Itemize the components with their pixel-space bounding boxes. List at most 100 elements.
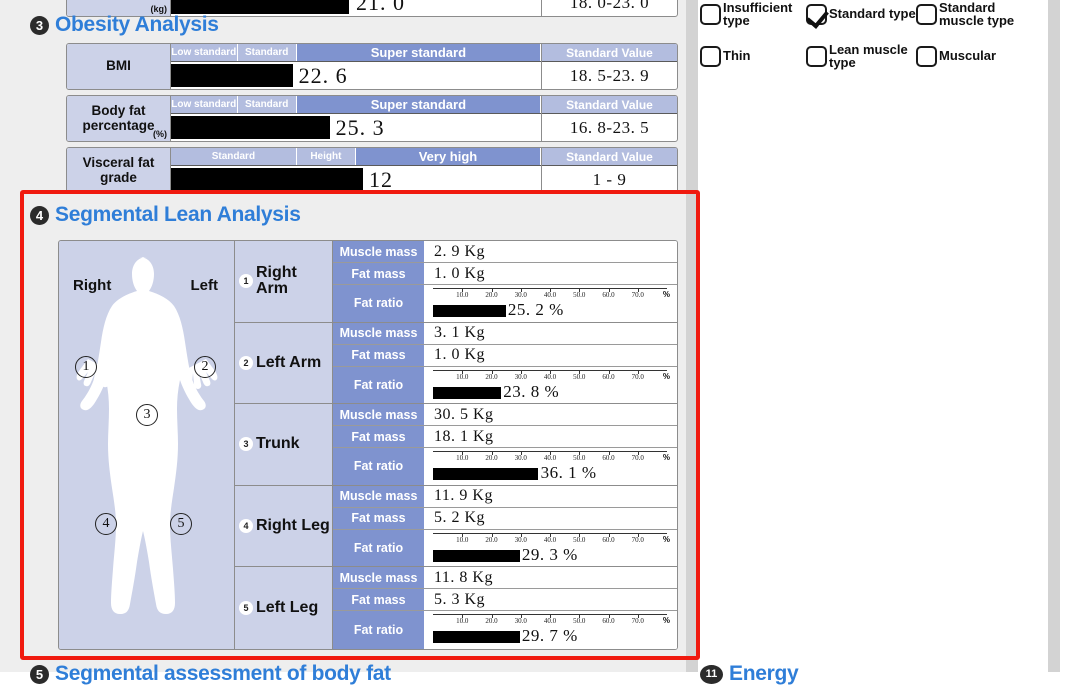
axis-tick-label: 50.0 bbox=[573, 291, 586, 299]
axis-tick-label: 40.0 bbox=[543, 372, 557, 381]
segmental-row-name: Right Leg bbox=[256, 516, 330, 534]
body-type-row-1: Insufficient type Standard type Standard m… bbox=[700, 0, 1048, 34]
segmental-row-index: 2 bbox=[239, 355, 253, 370]
axis-tick-label: 60.0 bbox=[602, 535, 615, 544]
checkbox-icon[interactable] bbox=[700, 3, 721, 25]
metric-key: Fat ratio bbox=[333, 285, 425, 322]
segmental-row-name: Left Arm bbox=[256, 353, 322, 371]
checkbox-icon[interactable] bbox=[916, 3, 937, 25]
checkbox-label: Insufficient type bbox=[723, 0, 793, 28]
axis-tick-label: 70.0 bbox=[631, 617, 644, 626]
obesity-row-name: BMI bbox=[67, 44, 171, 89]
metric-key: Muscle mass bbox=[333, 241, 425, 262]
figure-marker-3: 3 bbox=[136, 404, 158, 426]
section-badge-11: 11 bbox=[700, 664, 723, 684]
obesity-scale-segment: Standard bbox=[237, 96, 297, 113]
obesity-scale-segment: Very high bbox=[355, 148, 541, 165]
obesity-scale-segment: Super standard bbox=[296, 44, 541, 61]
fat-ratio-meter: 36. 1 % bbox=[433, 463, 667, 483]
section-badge-5: 5 bbox=[30, 664, 49, 684]
figure-marker-5: 5 bbox=[170, 513, 192, 535]
obesity-title: Obesity Analysis bbox=[55, 13, 219, 36]
axis-tick-label: 20.0 bbox=[485, 454, 498, 463]
body-figure: Right Left 1 2 3 4 5 bbox=[59, 241, 235, 649]
obesity-scale-segment: Standard bbox=[237, 44, 297, 61]
obesity-scale-segment: Height bbox=[296, 148, 356, 165]
metric-row: Fat mass 1. 0 Kg bbox=[333, 263, 677, 285]
obesity-table: BMI Low standard Standard Super standard 22.… bbox=[66, 43, 678, 199]
segmental-row-label: 3 Trunk bbox=[235, 404, 333, 485]
partial-row-std: 18. 0-23. 0 bbox=[542, 0, 677, 16]
fat-ratio-value: 36. 1 % bbox=[540, 463, 597, 483]
metric-row: Muscle mass 11. 9 Kg bbox=[333, 485, 677, 508]
axis-tick-label: 30.0 bbox=[514, 372, 527, 381]
standard-value-header: Standard Value bbox=[542, 96, 677, 113]
segmental-row-index: 4 bbox=[239, 519, 253, 534]
segmental-row: 5 Left Leg Muscle mass 11. 8 Kg Fat mass 5. 3… bbox=[235, 567, 677, 649]
axis-tick-label: 70.0 bbox=[631, 291, 644, 299]
axis-tick-label: 50.0 bbox=[573, 372, 586, 381]
gutter-left bbox=[686, 0, 698, 672]
axis-tick-label: 30.0 bbox=[514, 535, 527, 544]
metric-key: Muscle mass bbox=[333, 567, 425, 589]
body-type-row-2: Thin Lean muscle type Muscular bbox=[700, 34, 1048, 78]
axis-tick-label: 70.0 bbox=[631, 454, 644, 463]
axis-tick-label: 50.0 bbox=[573, 535, 586, 544]
fat-ratio-fill bbox=[433, 305, 506, 317]
body-type-option[interactable]: Muscular bbox=[916, 45, 1036, 67]
obesity-row-name: Body fat percentage (%) bbox=[67, 96, 171, 141]
checkbox-checked-icon[interactable] bbox=[806, 3, 827, 25]
axis-unit-label: % bbox=[662, 290, 670, 299]
obesity-row: Body fat percentage (%) Low standard Standa… bbox=[66, 95, 678, 142]
metric-key: Muscle mass bbox=[333, 404, 425, 426]
left-column: (kg) 21. 0 18. 0-23. 0 3 Obesity Analysi… bbox=[0, 0, 686, 685]
metric-value: 1. 0 Kg bbox=[434, 346, 486, 364]
segmental-table: Right Left 1 2 3 4 5 1 Right Arm Muscle ma… bbox=[58, 240, 678, 650]
figure-label-right: Right bbox=[73, 277, 112, 294]
axis-tick-label: 20.0 bbox=[485, 535, 498, 544]
axis-tick-label: 10.0 bbox=[456, 372, 469, 381]
checkbox-icon[interactable] bbox=[700, 45, 721, 67]
fat-ratio-row: Fat ratio 10.0 20.0 30.0 40.0 50.0 60.0 70.0% 36… bbox=[333, 448, 677, 485]
body-type-option[interactable]: Standard muscle type bbox=[916, 1, 1036, 28]
metric-value: 2. 9 Kg bbox=[434, 242, 486, 260]
body-type-option[interactable]: Insufficient type bbox=[700, 1, 806, 28]
metric-key: Fat mass bbox=[333, 344, 425, 366]
body-type-option[interactable]: Lean muscle type bbox=[806, 43, 916, 70]
metric-row: Muscle mass 30. 5 Kg bbox=[333, 404, 677, 427]
axis-tick-label: 30.0 bbox=[514, 454, 527, 463]
segmental-row-index: 5 bbox=[239, 601, 253, 616]
metric-row: Muscle mass 2. 9 Kg bbox=[333, 241, 677, 263]
fat-ratio-meter: 29. 7 % bbox=[433, 626, 667, 646]
axis-tick-label: 60.0 bbox=[602, 372, 615, 381]
metric-row: Fat mass 5. 3 Kg bbox=[333, 589, 677, 612]
body-type-option[interactable]: Standard type bbox=[806, 3, 916, 25]
fat-ratio-value: 25. 2 % bbox=[507, 300, 564, 319]
fat-ratio-value: 29. 7 % bbox=[521, 626, 578, 646]
checkbox-icon[interactable] bbox=[806, 45, 827, 67]
segmental-row-label: 5 Left Leg bbox=[235, 567, 333, 649]
body-type-option[interactable]: Thin bbox=[700, 45, 806, 67]
checkbox-label: Standard type bbox=[829, 6, 916, 22]
standard-value: 18. 5-23. 9 bbox=[542, 61, 677, 89]
metric-row: Muscle mass 11. 8 Kg bbox=[333, 567, 677, 590]
obesity-value: 12 bbox=[368, 166, 393, 192]
fat-ratio-value: 23. 8 % bbox=[503, 381, 560, 401]
checkbox-icon[interactable] bbox=[916, 45, 937, 67]
figure-marker-4: 4 bbox=[95, 513, 117, 535]
axis-tick-label: 40.0 bbox=[543, 454, 557, 463]
body-type-checkboxes: Insufficient type Standard type Standard m… bbox=[700, 0, 1048, 78]
metric-value: 11. 9 Kg bbox=[434, 487, 493, 505]
obesity-row-unit: (%) bbox=[153, 128, 167, 139]
axis-tick-label: 30.0 bbox=[514, 291, 527, 299]
segmental-row-label: 1 Right Arm bbox=[235, 241, 333, 322]
axis-unit-label: % bbox=[662, 371, 670, 381]
segmental-row-index: 3 bbox=[239, 437, 253, 452]
segmental-row-label: 4 Right Leg bbox=[235, 485, 333, 567]
figure-marker-1: 1 bbox=[75, 356, 97, 378]
obesity-section-header: 3 Obesity Analysis bbox=[30, 13, 219, 37]
segmental-row: 2 Left Arm Muscle mass 3. 1 Kg Fat mass 1. 0 … bbox=[235, 322, 677, 405]
axis-unit-label: % bbox=[662, 453, 670, 463]
metric-row: Fat mass 18. 1 Kg bbox=[333, 426, 677, 449]
axis-tick-label: 10.0 bbox=[456, 291, 469, 299]
